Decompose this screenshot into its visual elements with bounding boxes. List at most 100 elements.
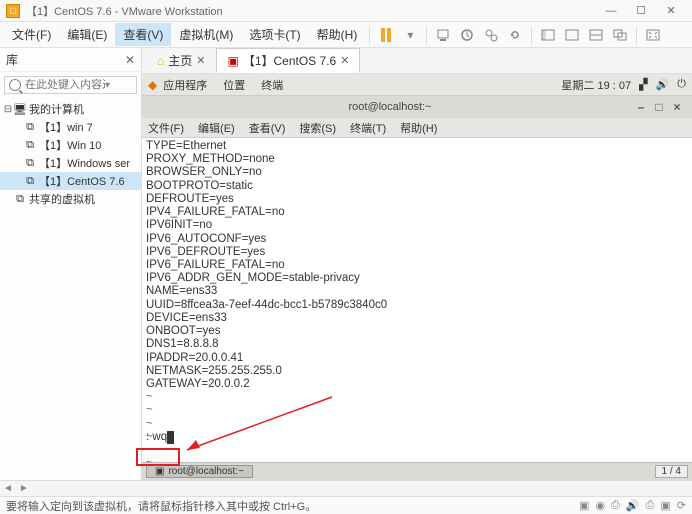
minimize-button[interactable]: — [596,3,626,19]
term-menu-help[interactable]: 帮助(H) [400,120,437,136]
menu-help[interactable]: 帮助(H) [309,23,366,46]
vim-tilde: ~ [146,444,692,457]
vm-icon: ▣ [227,54,238,68]
terminal-titlebar: root@localhost:~ – □ × [142,96,692,118]
fullscreen-icon[interactable] [644,26,662,44]
term-menu-view[interactable]: 查看(V) [249,120,286,136]
vm-area: ⌂ 主页 ✕ ▣ 【1】CentOS 7.6 ✕ ◆ 应用程序 位置 终端 星期… [142,48,692,480]
search-input[interactable] [25,79,105,91]
gnome-taskbar: ▣ root@localhost:~ 1 / 4 [142,462,692,480]
scroll-left-icon[interactable]: ◄ [0,483,16,494]
term-menu-term[interactable]: 终端(T) [350,120,386,136]
main-menubar: 文件(F) 编辑(E) 查看(V) 虚拟机(M) 选项卡(T) 帮助(H) ▾ [0,22,692,48]
workspace-pager[interactable]: 1 / 4 [655,465,688,478]
menu-edit[interactable]: 编辑(E) [59,23,115,46]
tab-centos[interactable]: ▣ 【1】CentOS 7.6 ✕ [216,48,360,73]
unity-icon[interactable] [611,26,629,44]
window-title: 【1】CentOS 7.6 - VMware Workstation [26,3,596,19]
scroll-right-icon[interactable]: ► [16,483,32,494]
sidebar-close-icon[interactable]: ✕ [125,53,135,67]
terminal-line: BROWSER_ONLY=no [146,166,692,179]
term-minimize-icon[interactable]: – [632,100,650,114]
device-icon[interactable]: 🔊 [626,499,640,512]
tab-close-icon[interactable]: ✕ [196,54,205,67]
vim-tilde: ~ [146,457,692,462]
terminal-line: IPV4_FAILURE_FATAL=no [146,206,692,219]
term-menu-edit[interactable]: 编辑(E) [198,120,235,136]
device-icon[interactable]: ⟳ [677,499,686,512]
tree-shared[interactable]: ⧉ 共享的虚拟机 [0,190,141,208]
task-terminal[interactable]: ▣ root@localhost:~ [146,465,253,478]
term-menu-file[interactable]: 文件(F) [148,120,184,136]
snapshot-icon[interactable] [458,26,476,44]
term-close-icon[interactable]: × [668,100,686,114]
vim-tilde: ~ [146,431,692,444]
gnome-clock: 星期二 19 : 07 [561,77,631,93]
volume-icon[interactable]: 🔊 [656,78,670,91]
terminal-line: IPV6_AUTOCONF=yes [146,233,692,246]
terminal-menubar: 文件(F) 编辑(E) 查看(V) 搜索(S) 终端(T) 帮助(H) [142,118,692,138]
device-icon[interactable]: ⎙ [646,499,655,512]
menu-vm[interactable]: 虚拟机(M) [171,23,241,46]
terminal-line: UUID=8ffcea3a-7eef-44dc-bcc1-b5789c3840c… [146,299,692,312]
menu-tabs[interactable]: 选项卡(T) [241,23,308,46]
terminal-line: IPV6_DEFROUTE=yes [146,246,692,259]
terminal-line: IPV6INIT=no [146,219,692,232]
network-icon[interactable]: ▞ [639,78,647,91]
send-ctrl-alt-del-icon[interactable] [434,26,452,44]
terminal-line: NAME=ens33 [146,285,692,298]
menu-file[interactable]: 文件(F) [4,23,59,46]
vim-tilde: ~ [146,404,692,417]
vm-icon: ⧉ [24,157,36,169]
tree-item-win10[interactable]: ⧉【1】Win 10 [0,136,141,154]
tab-close-icon[interactable]: ✕ [340,54,349,67]
terminal-title: root@localhost:~ [148,101,632,113]
terminal-line: ONBOOT=yes [146,325,692,338]
close-button[interactable]: ✕ [656,3,686,19]
revert-icon[interactable] [506,26,524,44]
term-maximize-icon[interactable]: □ [650,100,668,114]
status-text: 要将输入定向到该虚拟机，请将鼠标指针移入其中或按 Ctrl+G。 [6,498,316,514]
activities-icon[interactable]: ◆ [148,78,157,92]
sidebar-tree: ⊟ 🖥 我的计算机 ⧉【1】win 7 ⧉【1】Win 10 ⧉【1】Windo… [0,98,141,480]
window-titlebar: ▢ 【1】CentOS 7.6 - VMware Workstation — ☐… [0,0,692,22]
power-icon[interactable]: ⏻ [677,78,686,91]
terminal-line: GATEWAY=20.0.0.2 [146,378,692,391]
gnome-terminal[interactable]: 终端 [261,77,283,93]
menu-view[interactable]: 查看(V) [115,23,171,46]
tree-item-win7[interactable]: ⧉【1】win 7 [0,118,141,136]
term-menu-search[interactable]: 搜索(S) [299,120,336,136]
dropdown-icon[interactable]: ▾ [401,26,419,44]
gnome-places[interactable]: 位置 [223,77,245,93]
terminal-body[interactable]: TYPE=EthernetPROXY_METHOD=noneBROWSER_ON… [142,138,692,462]
tree-root[interactable]: ⊟ 🖥 我的计算机 [0,100,141,118]
terminal-line: DEFROUTE=yes [146,193,692,206]
search-dropdown-icon[interactable]: ▾ [105,80,110,91]
vm-icon: ⧉ [24,175,36,187]
pause-button[interactable] [377,26,395,44]
layout1-icon[interactable] [539,26,557,44]
layout2-icon[interactable] [563,26,581,44]
tree-item-centos[interactable]: ⧉【1】CentOS 7.6 [0,172,141,190]
library-sidebar: 库 ✕ ▾ ⊟ 🖥 我的计算机 ⧉【1】win 7 ⧉【1】Win 10 ⧉【1… [0,48,142,480]
sidebar-title: 库 [6,51,125,68]
gnome-apps[interactable]: 应用程序 [163,77,207,93]
sidebar-search[interactable]: ▾ [4,76,137,94]
vim-command-line: : wq [146,431,174,444]
device-icon[interactable]: ▣ [660,499,670,512]
tab-home[interactable]: ⌂ 主页 ✕ [146,48,216,73]
device-icon[interactable]: ⎙ [611,499,620,512]
tree-item-winserver[interactable]: ⧉【1】Windows ser [0,154,141,172]
terminal-line: IPV6_FAILURE_FATAL=no [146,259,692,272]
vim-tilde: ~ [146,391,692,404]
terminal-icon: ▣ [155,466,164,477]
snapshot-manager-icon[interactable] [482,26,500,44]
terminal-line: IPV6_ADDR_GEN_MODE=stable-privacy [146,272,692,285]
annotation-box [136,448,180,466]
home-icon: ⌂ [157,54,164,68]
bottom-scrollbar[interactable]: ◄ ► [0,480,692,496]
device-icon[interactable]: ◉ [595,499,605,512]
device-icon[interactable]: ▣ [579,499,589,512]
layout3-icon[interactable] [587,26,605,44]
maximize-button[interactable]: ☐ [626,3,656,19]
